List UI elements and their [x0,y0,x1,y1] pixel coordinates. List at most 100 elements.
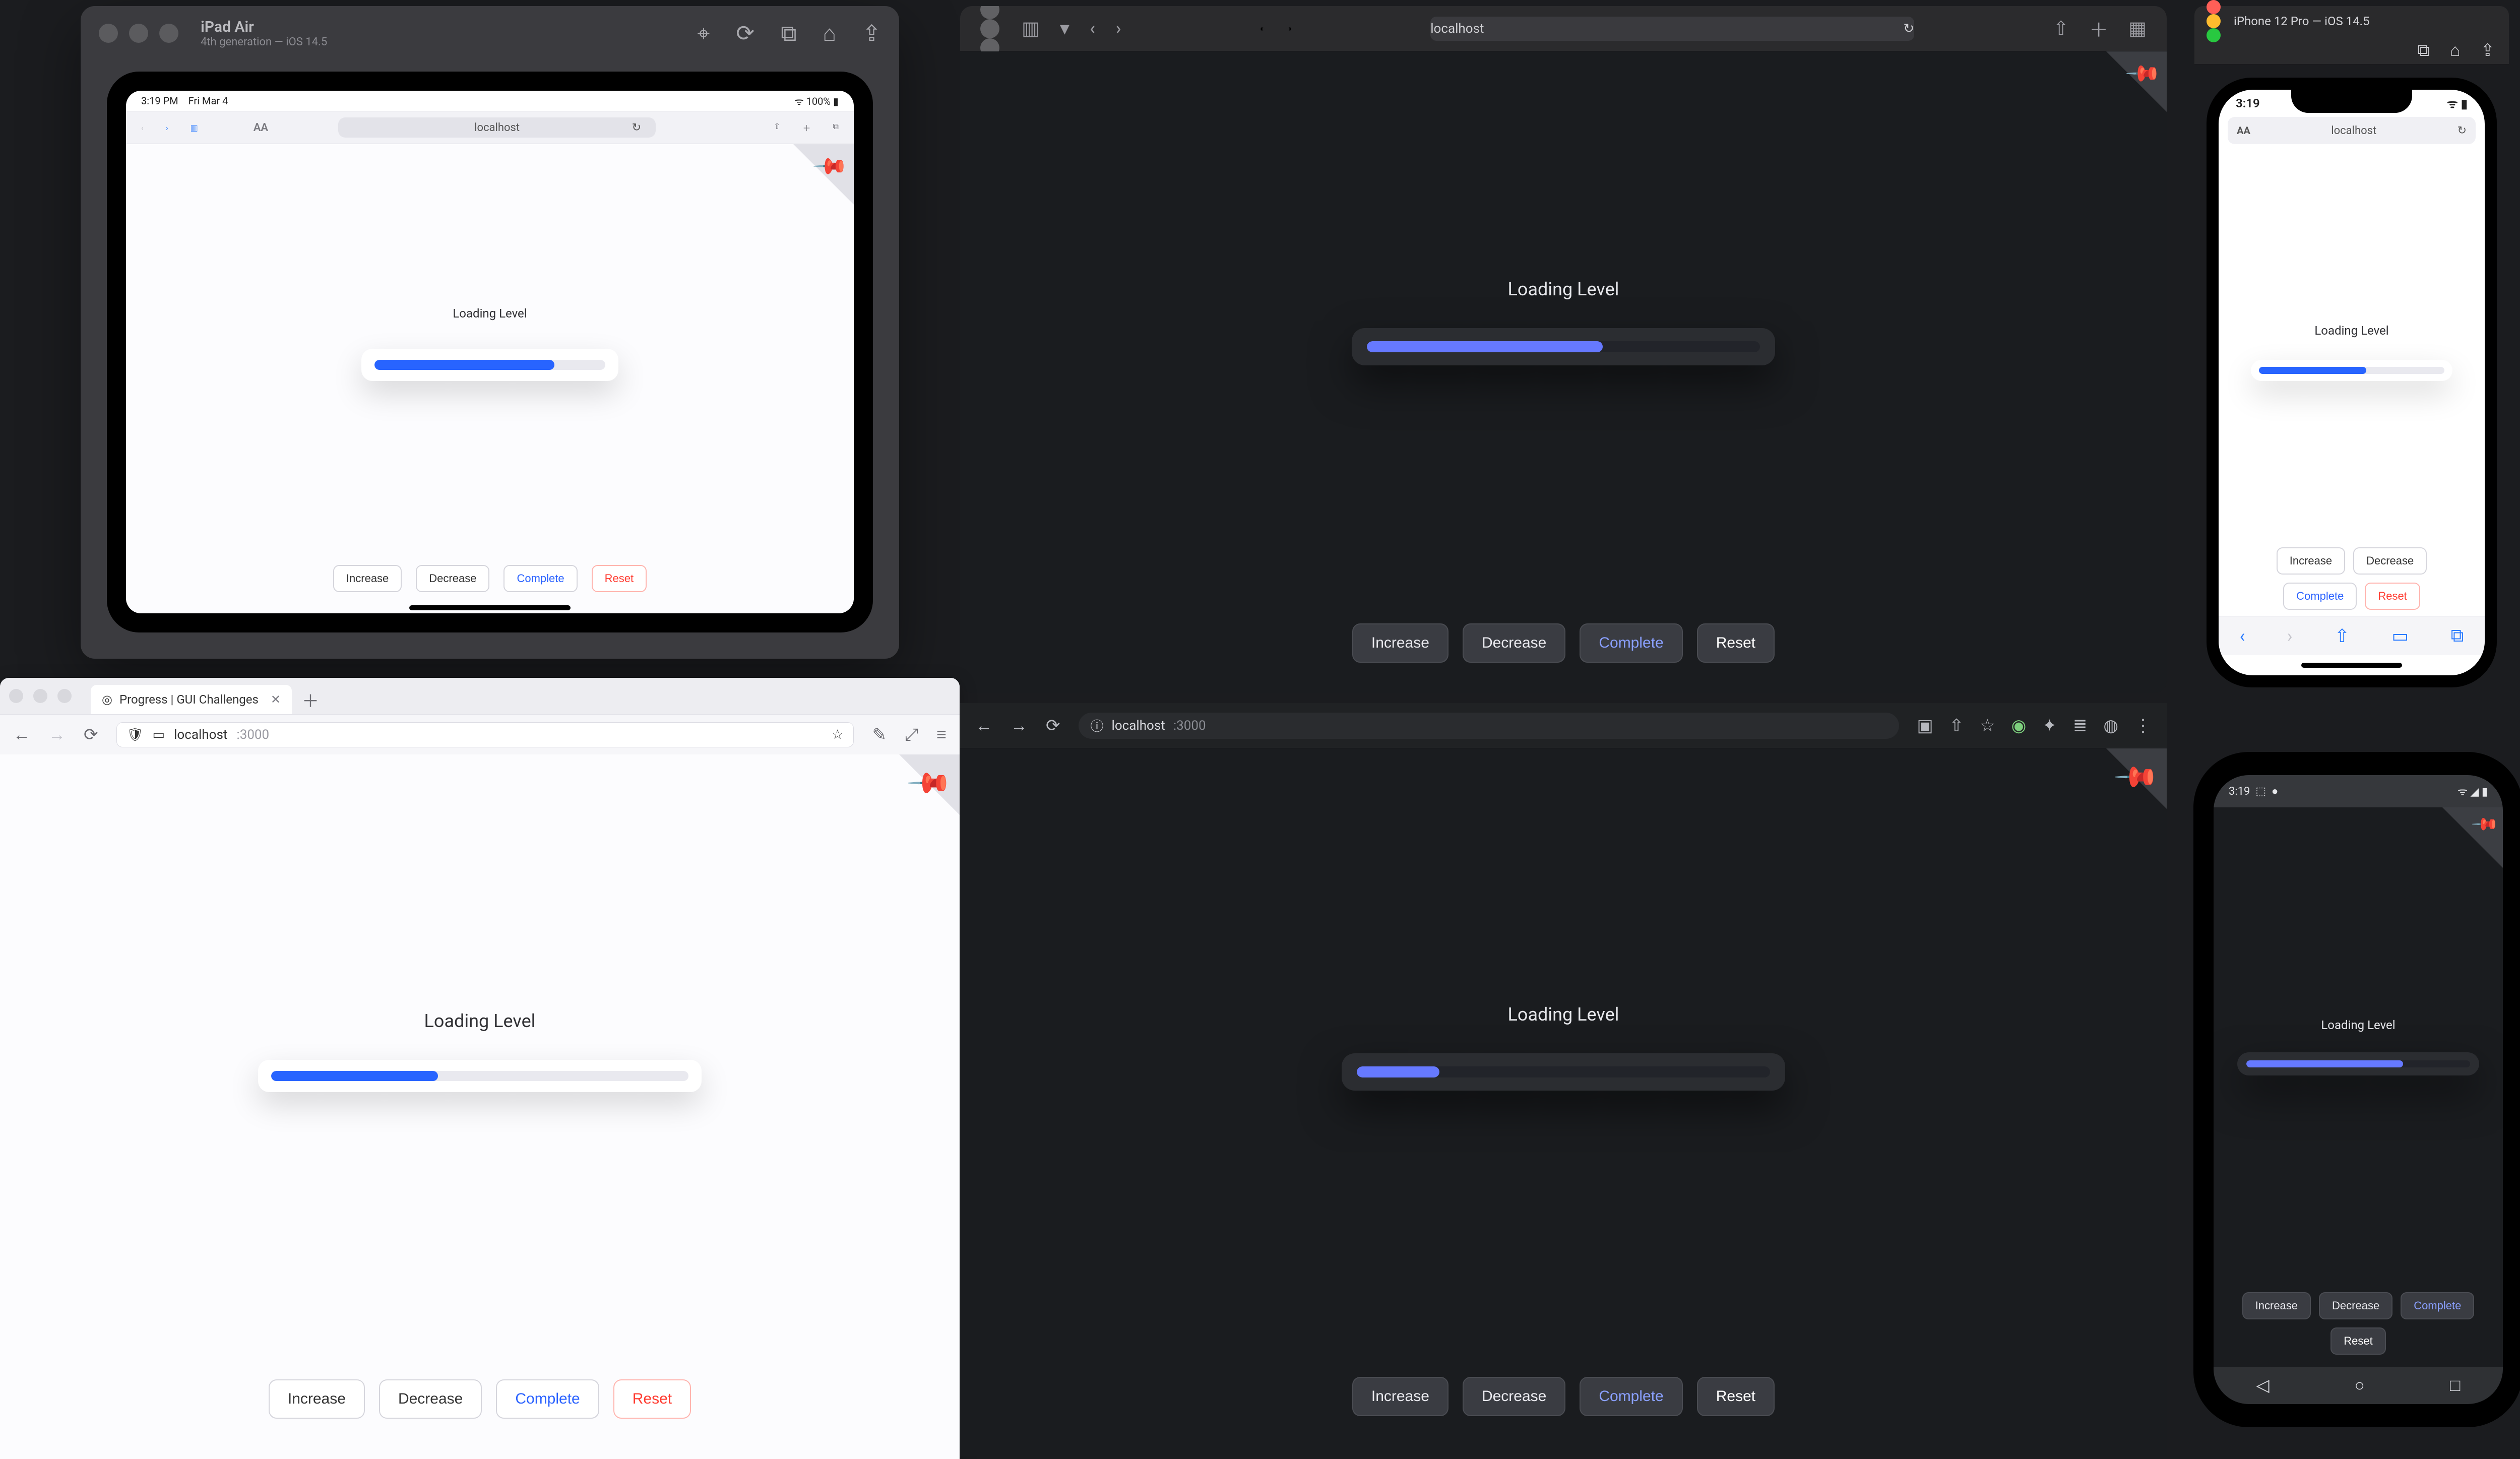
lock-icon[interactable]: ▭ [153,727,165,742]
forward-icon[interactable]: › [1115,18,1121,40]
reset-button[interactable]: Reset [1697,623,1775,663]
back-icon[interactable]: ‹ [141,123,144,133]
reader-aa-icon[interactable]: AA [254,121,268,134]
increase-button[interactable]: Increase [1352,623,1448,663]
complete-button[interactable]: Complete [503,565,577,592]
decrease-button[interactable]: Decrease [2319,1292,2392,1319]
decrease-button[interactable]: Decrease [1463,623,1565,663]
menu-icon[interactable]: ≡ [936,725,947,745]
increase-button[interactable]: Increase [2242,1292,2311,1319]
decrease-button[interactable]: Decrease [2353,547,2427,575]
profile-icon[interactable]: ◍ [2103,716,2118,736]
home-nav-icon[interactable]: ○ [2355,1375,2365,1395]
forward-icon[interactable]: › [2287,625,2293,647]
window-traffic-lights[interactable] [9,689,72,703]
sidebar-icon[interactable]: ▥ [1022,17,1040,40]
browser-tab[interactable]: ◎ Progress | GUI Challenges ✕ [91,685,292,714]
increase-button[interactable]: Increase [1352,1377,1448,1416]
browser-tabstrip: ◎ Progress | GUI Challenges ✕ ＋ [0,678,960,714]
newtab-button[interactable]: ＋ [296,685,325,714]
window-traffic-lights[interactable] [2207,0,2221,42]
tabs-icon[interactable]: ⧉ [2451,625,2464,647]
back-icon[interactable]: ← [13,725,30,745]
home-icon[interactable]: ⌂ [823,20,837,46]
decrease-button[interactable]: Decrease [1463,1377,1565,1416]
reset-button[interactable]: Reset [592,565,647,592]
share-icon[interactable]: ⇪ [862,20,881,46]
share-icon[interactable]: ⇧ [2053,17,2069,40]
reading-list-icon[interactable]: ≣ [2073,716,2088,736]
tabs-icon[interactable]: ⧉ [833,121,839,134]
extensions-icon[interactable]: ✦ [2042,716,2057,736]
share-icon[interactable]: ⇧ [1949,716,1964,736]
complete-button[interactable]: Complete [1580,1377,1682,1416]
increase-button[interactable]: Increase [2277,547,2345,575]
iphone-address-bar[interactable]: AA localhost ↻ [2228,117,2476,144]
reload-icon[interactable]: ↻ [632,121,641,134]
forward-icon[interactable]: › [166,123,168,133]
window-traffic-lights[interactable] [99,24,178,43]
newtab-icon[interactable]: ＋ [2089,15,2108,42]
progress-container [2237,1052,2479,1075]
decrease-button[interactable]: Decrease [416,565,489,592]
complete-button[interactable]: Complete [2283,583,2357,610]
back-icon[interactable]: ← [975,716,992,736]
rotate-icon[interactable]: ⟳ [736,20,754,46]
chevron-down-icon[interactable]: ▾ [1060,17,1069,40]
brush-icon[interactable]: ✎ [872,725,887,745]
bookmark-star-icon[interactable]: ☆ [832,727,843,742]
decrease-button[interactable]: Decrease [379,1379,482,1419]
browser-address-bar[interactable]: 🛡 ▭ localhost:3000 ☆ [116,722,854,747]
screenshot-icon[interactable]: ⧉ [781,20,796,46]
shield-icon[interactable]: 🛡 [127,727,144,742]
reset-button[interactable]: Reset [1697,1377,1775,1416]
iphone-simulator-window: iPhone 12 Pro — iOS 14.5 ⧉ ⌂ ⇪ 3:19ᯤ ▮ A… [2194,6,2509,714]
share-icon[interactable]: ⇪ [2481,40,2495,60]
reload-icon[interactable]: ↻ [2458,124,2467,137]
bookmarks-icon[interactable]: ▭ [2391,625,2409,647]
tool-icon[interactable]: ⤢ [905,725,918,745]
share-icon[interactable]: ⇧ [2335,625,2350,647]
appearance-icon[interactable]: ◑ [1287,24,1292,34]
reader-aa-icon[interactable]: AA [2237,124,2250,137]
info-icon[interactable]: ⓘ [1091,716,1104,735]
menu-icon[interactable]: ⋮ [2134,716,2152,736]
back-icon[interactable]: ‹ [1090,18,1095,40]
iphone-device-frame: 3:19ᯤ ▮ AA localhost ↻ Loading Level Inc… [2207,78,2497,687]
back-nav-icon[interactable]: ◁ [2256,1375,2269,1395]
back-icon[interactable]: ‹ [2240,625,2245,647]
sidebar-icon[interactable]: ▥ [191,123,198,133]
increase-button[interactable]: Increase [269,1379,365,1419]
share-icon[interactable]: ⇧ [774,121,780,134]
android-page-viewport: 📌 Loading Level Increase Decrease Comple… [2214,807,2503,1367]
browser-light-window: ◎ Progress | GUI Challenges ✕ ＋ ← → ⟳ 🛡 … [0,678,960,1459]
forward-icon[interactable]: → [1011,716,1028,736]
reset-button[interactable]: Reset [2330,1327,2385,1355]
complete-button[interactable]: Complete [496,1379,599,1419]
pointer-icon[interactable]: ⌖ [697,20,710,46]
extension1-icon[interactable]: ◉ [2011,716,2027,736]
window-traffic-lights[interactable] [980,6,999,57]
increase-button[interactable]: Increase [333,565,402,592]
home-icon[interactable]: ⌂ [2450,40,2461,60]
tabs-icon[interactable]: ▦ [2128,17,2147,40]
newtab-icon[interactable]: ＋ [803,121,811,134]
reset-button[interactable]: Reset [2365,583,2420,610]
bookmark-star-icon[interactable]: ☆ [1980,716,1995,736]
close-tab-icon[interactable]: ✕ [271,692,281,707]
reload-icon[interactable]: ⟳ [1046,716,1060,736]
safari-address-bar[interactable]: localhost ↻ [1430,17,1914,41]
reload-icon[interactable]: ↻ [1742,21,1914,36]
forward-icon[interactable]: → [48,725,66,745]
ipad-statusbar: 3:19 PM Fri Mar 4 ᯤ 100% ▮ [126,91,854,111]
shield-icon[interactable]: ◐ [1260,24,1265,34]
cast-icon[interactable]: ▣ [1917,716,1933,736]
overview-nav-icon[interactable]: □ [2450,1375,2461,1395]
reset-button[interactable]: Reset [613,1379,691,1419]
browser-address-bar[interactable]: ⓘ localhost:3000 [1079,713,1899,739]
complete-button[interactable]: Complete [2401,1292,2474,1319]
ipad-address-bar[interactable]: localhost ↻ [338,117,656,138]
complete-button[interactable]: Complete [1580,623,1682,663]
screenshot-icon[interactable]: ⧉ [2418,40,2430,60]
reload-icon[interactable]: ⟳ [84,725,98,745]
